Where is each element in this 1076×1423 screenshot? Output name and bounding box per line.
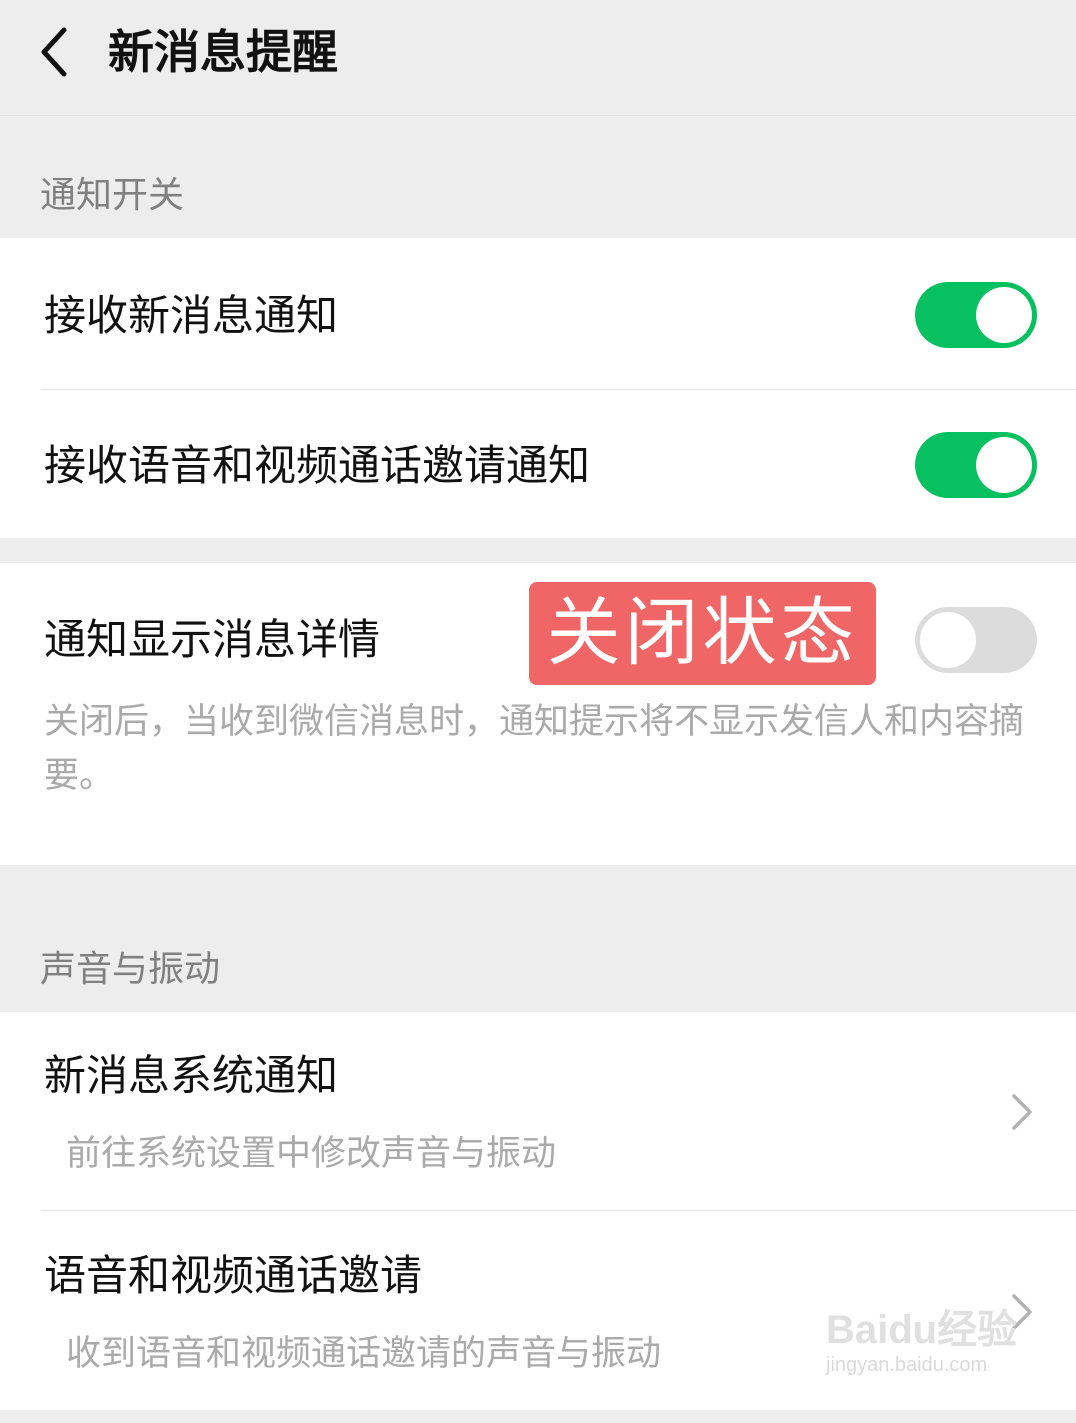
page-title: 新消息提醒 <box>108 25 338 79</box>
watermark-sub: jingyan.baidu.com <box>826 1354 988 1376</box>
call-invite-sound-subtitle: 收到语音和视频通话邀请的声音与振动 <box>66 1334 662 1374</box>
show-message-detail-label: 通知显示消息详情 <box>44 615 381 664</box>
show-message-detail-toggle[interactable] <box>915 607 1037 673</box>
bottom-strip <box>0 1410 1076 1423</box>
baidu-watermark: Baidu经验 jingyan.baidu.com <box>826 1308 1026 1400</box>
toggle-knob <box>976 287 1032 343</box>
chevron-right-icon[interactable] <box>1010 1092 1034 1132</box>
receive-call-invite-label: 接收语音和视频通话邀请通知 <box>44 441 591 490</box>
show-message-detail-description: 关闭后，当收到微信消息时，通知提示将不显示发信人和内容摘要。 <box>44 702 1025 796</box>
call-invite-sound-label: 语音和视频通话邀请 <box>44 1251 423 1300</box>
receive-call-invite-toggle[interactable] <box>915 432 1037 498</box>
toggle-knob <box>920 612 976 668</box>
section-label-notifications: 通知开关 <box>40 175 185 216</box>
closed-state-badge: 关闭状态 <box>529 582 876 685</box>
toggle-knob <box>976 437 1032 493</box>
section-label-sound: 声音与振动 <box>40 949 221 990</box>
row-divider <box>42 389 1076 390</box>
receive-new-message-label: 接收新消息通知 <box>44 291 339 340</box>
receive-new-message-toggle[interactable] <box>915 282 1037 348</box>
system-notification-label: 新消息系统通知 <box>44 1051 339 1100</box>
system-notification-subtitle: 前往系统设置中修改声音与振动 <box>66 1134 557 1174</box>
back-icon[interactable] <box>36 24 76 80</box>
watermark-main: Baidu经验 <box>826 1308 1018 1352</box>
